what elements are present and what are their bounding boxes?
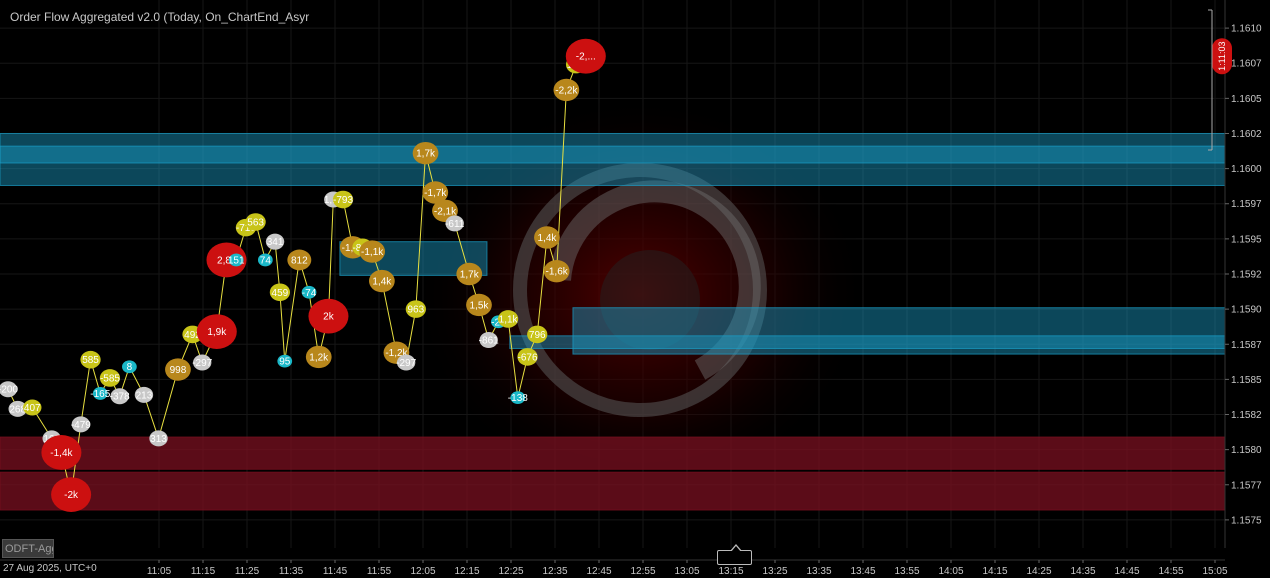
delta-label: -585 [100, 373, 120, 384]
delta-label: 313 [150, 434, 167, 445]
delta-label: 8 [127, 362, 133, 373]
delta-label: -297 [192, 358, 212, 369]
price-tick-label: 1.1607 [1231, 59, 1262, 70]
price-tick-label: 1.1610 [1231, 24, 1262, 35]
time-tick-label: 14:25 [1026, 566, 1051, 577]
time-tick-label: 12:25 [498, 566, 523, 577]
time-tick-label: 13:35 [806, 566, 831, 577]
delta-label: 1,4k [372, 277, 392, 288]
delta-label: -611 [445, 219, 465, 230]
time-tick-label: 11:25 [235, 566, 260, 577]
price-tick-label: 1.1580 [1231, 445, 1262, 456]
time-tick-label: 12:05 [410, 566, 435, 577]
delta-label: 1,7k [416, 149, 436, 160]
delta-label: 151 [228, 255, 245, 266]
current-price-marker: 1:11:03 [1212, 38, 1232, 75]
price-chart[interactable]: -200268407162-1,4k-2k-479585-165-585-378… [0, 0, 1270, 578]
price-tick-label: 1.1585 [1231, 375, 1262, 386]
time-tick-label: 13:25 [762, 566, 787, 577]
delta-label: 812 [291, 255, 308, 266]
time-tick-label: 13:05 [674, 566, 699, 577]
price-tick-label: 1.1600 [1231, 164, 1262, 175]
time-tick-label: 13:15 [718, 566, 743, 577]
delta-label: 341 [267, 237, 284, 248]
delta-label: 74 [260, 255, 272, 266]
red-zone [0, 471, 1226, 511]
time-tick-label: 12:55 [630, 566, 655, 577]
price-tick-label: 1.1595 [1231, 234, 1262, 245]
bar-timer-text: 1:11:03 [1217, 42, 1227, 71]
chart-title: Order Flow Aggregated v2.0 (Today, On_Ch… [10, 10, 310, 24]
price-tick-label: 1.1592 [1231, 270, 1262, 281]
delta-label: -1,1k [361, 247, 384, 258]
price-tick-label: 1.1587 [1231, 340, 1262, 351]
delta-label: -479 [71, 420, 91, 431]
delta-label: 459 [272, 288, 289, 299]
delta-label: -2k [64, 490, 79, 501]
blue-zone [0, 145, 1226, 164]
delta-label: 998 [170, 365, 187, 376]
time-tick-label: 13:45 [850, 566, 875, 577]
time-tick-label: 11:45 [323, 566, 348, 577]
delta-label: -74 [302, 288, 317, 299]
delta-label: -793 [333, 195, 353, 206]
time-tick-label: 11:35 [279, 566, 304, 577]
delta-label: 1,5k [470, 300, 490, 311]
price-tick-label: 1.1575 [1231, 515, 1262, 526]
time-tick-label: 11:55 [367, 566, 392, 577]
time-tick-label: 11:05 [147, 566, 172, 577]
delta-label: 1,7k [460, 270, 480, 281]
delta-label: 95 [279, 357, 291, 368]
price-tick-label: 1.1590 [1231, 305, 1262, 316]
delta-label: 585 [82, 355, 99, 366]
price-tick-label: 1.1582 [1231, 410, 1262, 421]
time-tick-label: 12:45 [586, 566, 611, 577]
time-tick-label: 13:55 [894, 566, 919, 577]
blue-zone [509, 335, 1226, 349]
scroll-handle[interactable] [717, 544, 752, 565]
time-tick-label: 14:05 [938, 566, 963, 577]
delta-label: -165 [90, 389, 110, 400]
delta-label: -138 [508, 393, 528, 404]
price-tick-label: 1.1605 [1231, 94, 1262, 105]
delta-label: -2,... [576, 52, 596, 63]
time-tick-label: 14:45 [1114, 566, 1139, 577]
delta-label: -2,2k [555, 85, 578, 96]
delta-label: -378 [110, 392, 130, 403]
price-tick-label: 1.1577 [1231, 480, 1262, 491]
delta-label: -297 [396, 358, 416, 369]
time-tick-label: 14:15 [982, 566, 1007, 577]
delta-label: 2k [323, 312, 335, 323]
delta-label: -1,6k [546, 267, 569, 278]
indicator-tab[interactable]: ODFT-Agg [2, 539, 54, 558]
price-tick-label: 1.1602 [1231, 129, 1262, 140]
delta-label: 1,4k [537, 233, 557, 244]
delta-label: -676 [518, 352, 538, 363]
delta-label: 1,2k [309, 352, 329, 363]
delta-label: 1,1k [499, 314, 519, 325]
delta-label: 213 [136, 390, 153, 401]
delta-label: 407 [24, 403, 41, 414]
date-label: 27 Aug 2025, UTC+0 [3, 563, 97, 574]
delta-label: -861 [479, 336, 499, 347]
time-tick-label: 11:15 [191, 566, 216, 577]
time-tick-label: 15:05 [1202, 566, 1227, 577]
time-tick-label: 14:55 [1158, 566, 1183, 577]
delta-label: -1,7k [424, 188, 447, 199]
delta-label: 563 [247, 218, 264, 229]
delta-label: 796 [529, 330, 546, 341]
delta-label: 1,9k [207, 327, 227, 338]
delta-label: -200 [0, 385, 18, 396]
price-axis-bg [1225, 0, 1270, 578]
time-tick-label: 12:15 [454, 566, 479, 577]
price-tick-label: 1.1597 [1231, 199, 1262, 210]
time-tick-label: 14:35 [1070, 566, 1095, 577]
time-tick-label: 12:35 [542, 566, 567, 577]
delta-label: 963 [408, 305, 425, 316]
delta-label: -1,4k [50, 448, 73, 459]
red-zone [0, 436, 1226, 470]
